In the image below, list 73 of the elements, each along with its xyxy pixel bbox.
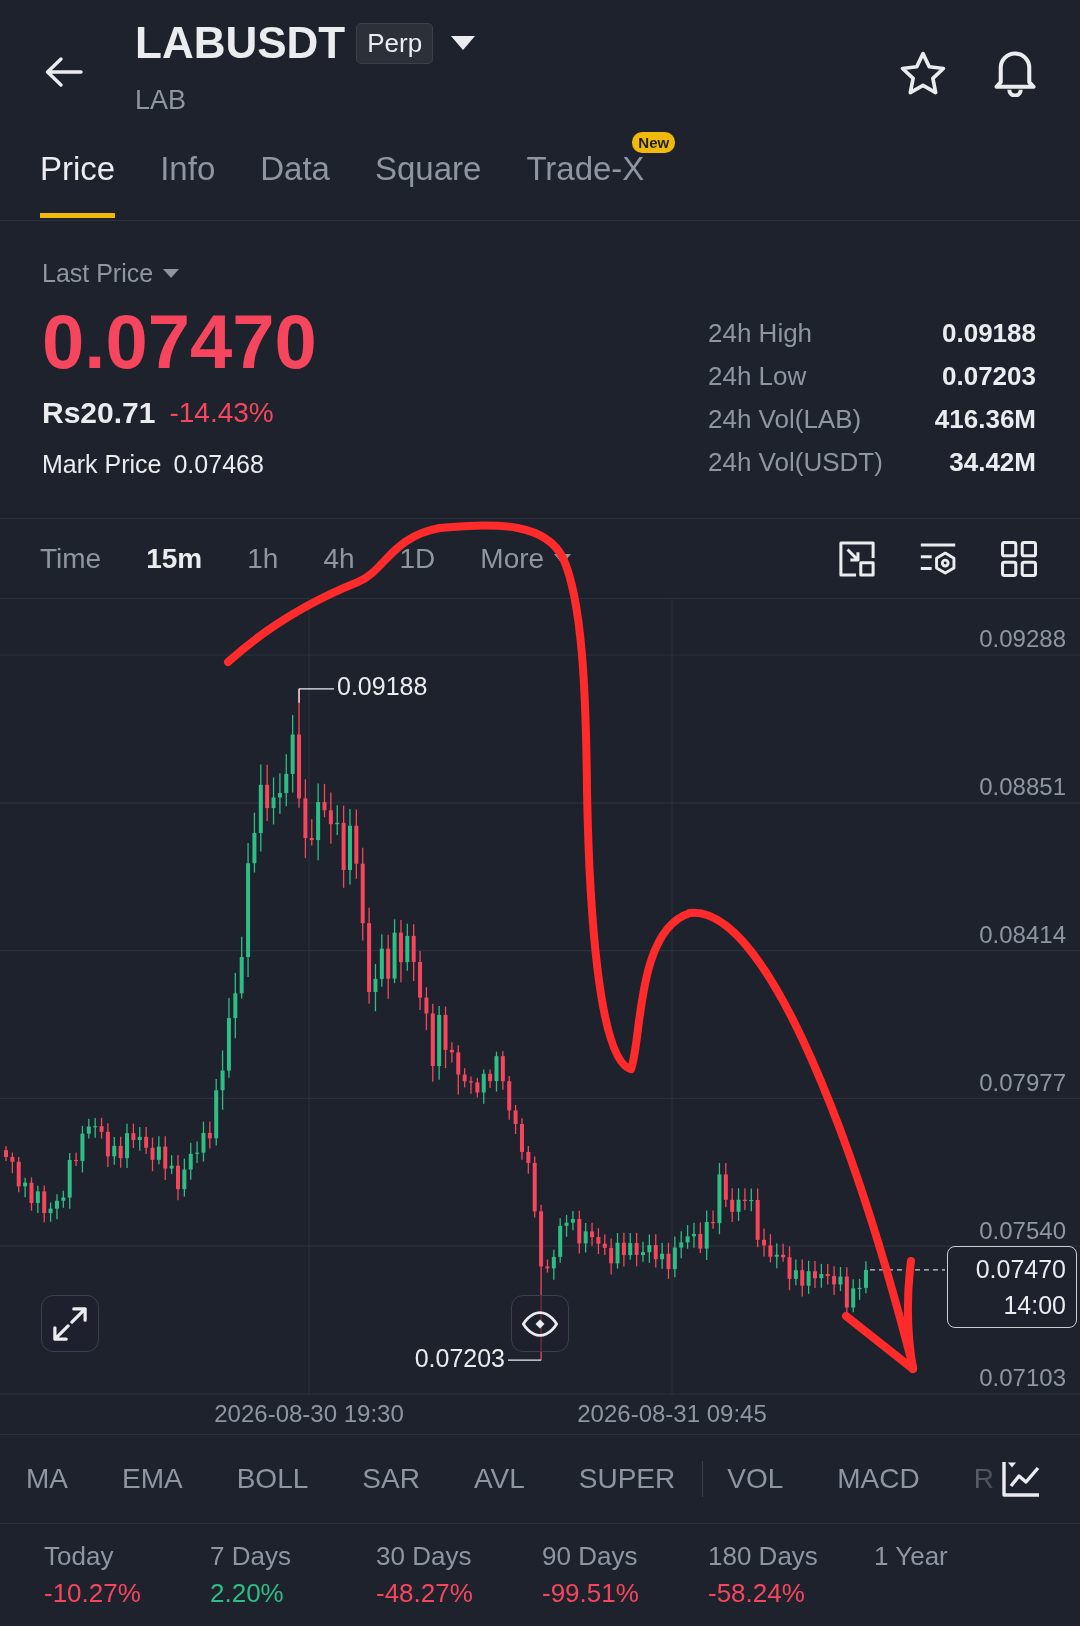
caret-icon[interactable]	[451, 36, 476, 50]
settings-icon[interactable]	[919, 541, 957, 576]
indicator-tab[interactable]: VOL	[727, 1462, 784, 1496]
indicator-tab[interactable]: SUPER	[578, 1462, 676, 1496]
period-change: 2.20%	[210, 1577, 285, 1609]
indicator-tab[interactable]: EMA	[122, 1462, 183, 1496]
stat-label: 24h High	[708, 317, 814, 350]
visibility-button[interactable]	[511, 1295, 569, 1352]
price-axis-label: 0.08414	[979, 920, 1066, 948]
indicator-tab[interactable]: BOLL	[236, 1462, 309, 1496]
countdown-timer: 14:00	[1003, 1290, 1066, 1321]
indicator-tab[interactable]: MA	[26, 1462, 68, 1496]
price-axis-label: 0.07103	[979, 1364, 1066, 1392]
eye-icon	[522, 1310, 558, 1337]
back-arrow-icon[interactable]	[44, 56, 84, 88]
period-label: 7 Days	[210, 1540, 292, 1572]
period-label: Today	[44, 1540, 115, 1572]
contract-badge: Perp	[356, 22, 434, 64]
picture-in-picture-icon[interactable]	[839, 540, 875, 577]
price-axis-label: 0.08851	[979, 773, 1066, 801]
tab[interactable]: Trade-X	[526, 151, 645, 218]
stat-label: 24h Low	[708, 360, 808, 393]
price-axis-label: 0.07977	[979, 1068, 1066, 1096]
new-badge: New	[632, 132, 676, 153]
interval-tab[interactable]: 4h	[323, 541, 355, 576]
bell-icon[interactable]	[992, 49, 1038, 97]
high-price-label: 0.09188	[337, 672, 428, 701]
interval-tab[interactable]: 1D	[399, 541, 436, 576]
line-chart-icon[interactable]	[1002, 1461, 1040, 1497]
interval-tab[interactable]: Time	[40, 541, 102, 576]
period-change: -10.27%	[44, 1577, 142, 1609]
period-change: -99.51%	[542, 1577, 640, 1609]
period-label: 30 Days	[376, 1540, 473, 1572]
price-change: -14.43%	[169, 396, 274, 430]
high-price-leader	[298, 688, 335, 704]
price-axis-label: 0.07540	[979, 1216, 1066, 1244]
indicator-tab[interactable]: SAR	[362, 1462, 420, 1496]
caret-icon	[163, 268, 180, 278]
stat-label: 24h Vol(USDT)	[708, 446, 884, 479]
period-change: -58.24%	[708, 1577, 806, 1609]
stat-value: 0.07203	[941, 360, 1036, 393]
mark-price-label: Mark Price	[42, 449, 162, 479]
low-price-leader	[507, 1359, 542, 1361]
stat-value: 416.36M	[933, 403, 1036, 436]
period-label: 180 Days	[708, 1540, 819, 1572]
interval-tab[interactable]: 15m	[146, 541, 203, 576]
time-axis-label: 2026-08-30 19:30	[214, 1399, 404, 1429]
star-icon[interactable]	[900, 50, 946, 96]
low-price-label: 0.07203	[414, 1343, 505, 1372]
stat-value: 34.42M	[948, 446, 1036, 479]
base-asset: LAB	[135, 84, 188, 116]
period-label: 90 Days	[542, 1540, 639, 1572]
tab[interactable]: Square	[374, 151, 482, 218]
mark-price-value: 0.07468	[173, 449, 264, 479]
stat-label: 24h Vol(LAB)	[708, 403, 863, 436]
grid-icon[interactable]	[1001, 540, 1037, 577]
price-type-selector[interactable]: Last Price	[42, 258, 317, 288]
price-tag-value: 0.07470	[975, 1254, 1066, 1285]
last-price: 0.07470	[42, 304, 317, 380]
pair-symbol: LABUSDT	[135, 18, 346, 68]
period-change: -48.27%	[376, 1577, 474, 1609]
indicator-tab[interactable]: AVL	[473, 1462, 525, 1496]
tab[interactable]: Data	[260, 151, 330, 218]
price-axis-label: 0.09288	[979, 625, 1066, 653]
tab[interactable]: Info	[160, 151, 216, 218]
interval-tab[interactable]: 1h	[247, 541, 279, 576]
time-axis-label: 2026-08-31 09:45	[577, 1399, 767, 1429]
expand-icon	[53, 1306, 87, 1341]
local-price: Rs20.71	[42, 395, 156, 431]
stat-value: 0.09188	[941, 317, 1036, 350]
period-label: 1 Year	[874, 1540, 949, 1572]
fullscreen-button[interactable]	[41, 1295, 99, 1352]
indicator-tab[interactable]: MACD	[837, 1462, 920, 1496]
